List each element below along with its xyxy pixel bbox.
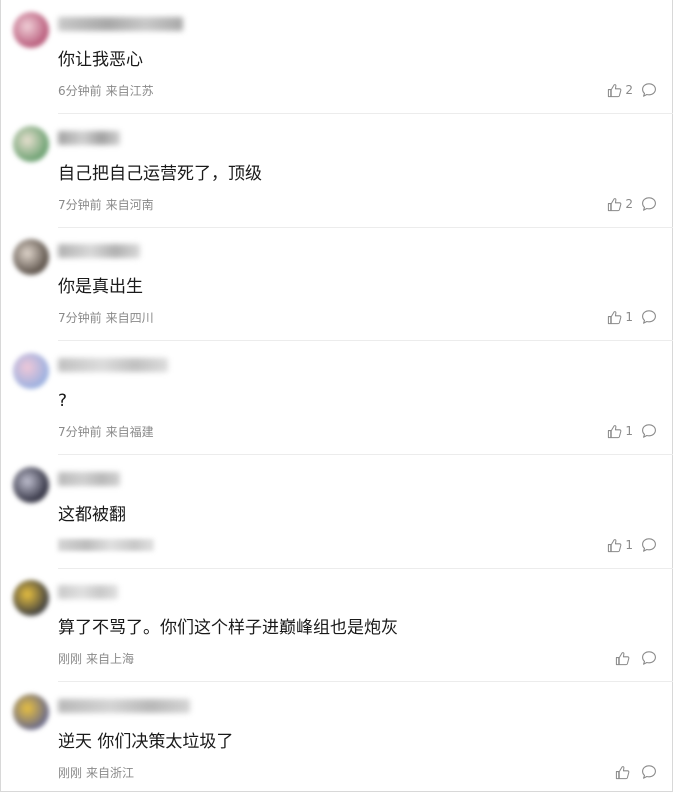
comment-text: 自己把自己运营死了，顶级 (58, 164, 262, 184)
like-count: 2 (625, 197, 633, 211)
comment-text: 算了不骂了。你们这个样子进巅峰组也是炮灰 (58, 618, 398, 638)
thumbs-up-icon (607, 83, 622, 98)
username-blurred[interactable] (58, 699, 190, 713)
reply-button[interactable] (641, 82, 657, 98)
comment-text: 逆天 你们决策太垃圾了 (58, 732, 234, 752)
comment-location: 来自上海 (86, 652, 135, 666)
comment-meta: 7分钟前 来自河南 (58, 198, 154, 212)
username-blurred[interactable] (58, 585, 118, 599)
reply-button[interactable] (641, 309, 657, 325)
comment-item: 逆天 你们决策太垃圾了 刚刚 来自浙江 (0, 682, 673, 796)
thumbs-up-icon (607, 197, 622, 212)
comment-time: 7分钟前 (58, 425, 102, 439)
comment-meta: 7分钟前 来自四川 (58, 311, 154, 325)
comment-meta: 6分钟前 来自江苏 (58, 84, 154, 98)
like-count: 1 (625, 424, 633, 438)
reply-button[interactable] (641, 423, 657, 439)
username-blurred[interactable] (58, 472, 120, 486)
thumbs-up-icon (615, 765, 630, 780)
comment-bubble-icon (641, 83, 657, 102)
thumbs-up-icon (607, 424, 622, 439)
comment-bubble-icon (641, 197, 657, 216)
username-blurred[interactable] (58, 131, 120, 145)
comment-text: 你让我恶心 (58, 50, 143, 70)
comment-item: 这都被翻 1 (0, 455, 673, 569)
comment-location: 来自江苏 (105, 84, 154, 98)
like-count: 1 (625, 538, 633, 552)
like-count: 2 (625, 83, 633, 97)
comment-bubble-icon (641, 538, 657, 557)
reply-button[interactable] (641, 764, 657, 780)
thumbs-up-icon (607, 310, 622, 325)
comment-item: 你是真出生 7分钟前 来自四川 1 (0, 227, 673, 341)
comment-text: 你是真出生 (58, 277, 143, 297)
comment-item: ? 7分钟前 来自福建 1 (0, 341, 673, 455)
comment-time: 7分钟前 (58, 198, 102, 212)
comment-location: 来自浙江 (86, 766, 135, 780)
like-button[interactable]: 1 (607, 422, 633, 440)
like-button[interactable]: 2 (607, 195, 633, 213)
avatar[interactable] (13, 239, 49, 275)
comment-time: 7分钟前 (58, 311, 102, 325)
comment-item: 算了不骂了。你们这个样子进巅峰组也是炮灰 刚刚 来自上海 (0, 568, 673, 682)
like-button[interactable]: 1 (607, 308, 633, 326)
thumbs-up-icon (607, 538, 622, 553)
comment-bubble-icon (641, 310, 657, 329)
comment-location: 来自福建 (105, 425, 154, 439)
comment-meta-blurred (58, 539, 154, 551)
comment-text: ? (58, 391, 68, 411)
reply-button[interactable] (641, 650, 657, 666)
thumbs-up-icon (615, 651, 630, 666)
comment-item: 自己把自己运营死了，顶级 7分钟前 来自河南 2 (0, 114, 673, 228)
like-button[interactable] (615, 763, 633, 781)
reply-button[interactable] (641, 537, 657, 553)
comment-bubble-icon (641, 424, 657, 443)
username-blurred[interactable] (58, 17, 183, 31)
username-blurred[interactable] (58, 358, 168, 372)
avatar[interactable] (13, 12, 49, 48)
comment-bubble-icon (641, 651, 657, 670)
avatar[interactable] (13, 694, 49, 730)
username-blurred[interactable] (58, 244, 140, 258)
like-button[interactable]: 1 (607, 536, 633, 554)
avatar[interactable] (13, 353, 49, 389)
comment-meta: 刚刚 来自上海 (58, 652, 134, 666)
avatar[interactable] (13, 580, 49, 616)
reply-button[interactable] (641, 196, 657, 212)
comment-location: 来自河南 (105, 198, 154, 212)
comment-bubble-icon (641, 765, 657, 784)
comment-time: 刚刚 (58, 766, 83, 780)
avatar[interactable] (13, 126, 49, 162)
comment-time: 刚刚 (58, 652, 83, 666)
like-button[interactable] (615, 649, 633, 667)
comment-item: 你让我恶心 6分钟前 来自江苏 2 (0, 0, 673, 114)
like-count: 1 (625, 310, 633, 324)
comment-time: 6分钟前 (58, 84, 102, 98)
comment-meta: 7分钟前 来自福建 (58, 425, 154, 439)
like-button[interactable]: 2 (607, 81, 633, 99)
comment-meta: 刚刚 来自浙江 (58, 766, 134, 780)
comment-location: 来自四川 (105, 311, 154, 325)
avatar[interactable] (13, 467, 49, 503)
comment-text: 这都被翻 (58, 505, 126, 525)
